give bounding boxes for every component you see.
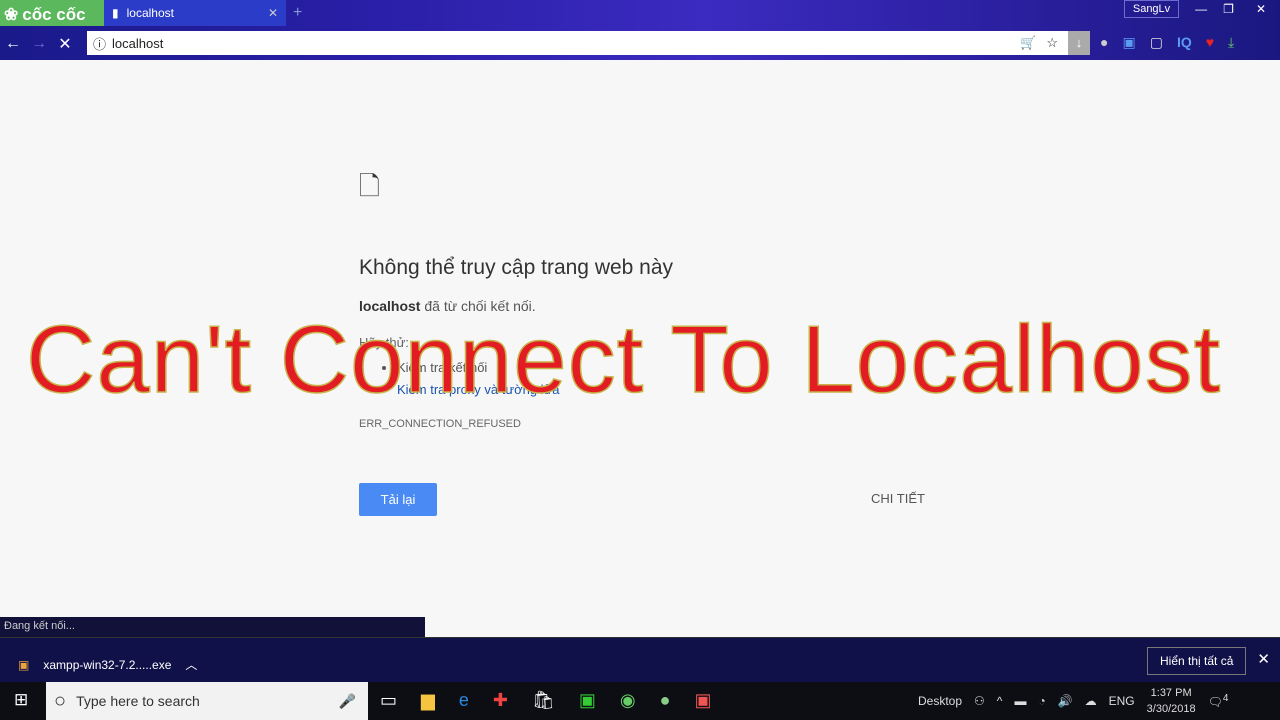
task-view-icon[interactable]: ▭ (380, 690, 397, 711)
profile-button[interactable]: SangLv (1123, 0, 1180, 18)
people-icon[interactable]: ⚇ (974, 694, 985, 708)
coccoc-taskbar-icon[interactable]: ◉ (620, 690, 636, 711)
close-shelf-icon[interactable]: ✕ (1257, 650, 1270, 668)
cart-icon[interactable]: 🛒 (1020, 35, 1036, 51)
camtasia-icon[interactable]: ▣ (579, 690, 596, 711)
volume-icon[interactable]: 🔊 (1058, 694, 1073, 708)
logo-icon: ❀ (4, 4, 19, 24)
overlay-caption: Can't Connect To Localhost (25, 305, 1222, 414)
windows-start-icon[interactable]: ⊞ (14, 690, 28, 710)
close-window-button[interactable]: ✕ (1242, 0, 1280, 18)
microphone-icon[interactable]: 🎤 (339, 693, 356, 710)
taskbar: ⊞ ○ Type here to search 🎤 ▭ ▆ e ✚ 🛍 ▣ ◉ ● … (0, 682, 1280, 720)
address-bar[interactable]: ⓘ localhost 🛒 ☆ ↓ (87, 31, 1090, 55)
error-code: ERR_CONNECTION_REFUSED (359, 418, 521, 430)
file-icon: ▣ (18, 657, 30, 672)
suggestion-list: Kiểm tra kết nối Kiểm tra proxy và tường… (382, 357, 560, 401)
page-icon: ▮ (112, 6, 119, 20)
file-explorer-icon[interactable]: ▆ (421, 690, 435, 711)
plug-extension-icon[interactable]: ▢ (1150, 34, 1163, 51)
stop-button[interactable]: ✕ (52, 34, 78, 54)
download-shelf: ▣ xampp-win32-7.2.....exe ︿ Hiển thị tất c… (0, 637, 1280, 682)
store-icon[interactable]: 🛍 (532, 690, 555, 711)
error-message: localhost đã từ chối kết nối. (359, 298, 536, 314)
reload-button[interactable]: Tải lại (359, 483, 437, 516)
download-extension-icon[interactable]: ⤓ (1228, 34, 1234, 51)
download-icon[interactable]: ↓ (1068, 31, 1090, 55)
try-label: Hãy thử: (359, 335, 409, 350)
heart-extension-icon[interactable]: ♥ (1206, 34, 1214, 51)
chevron-up-icon[interactable]: ^ (997, 694, 1003, 708)
desktop-toolbar[interactable]: Desktop (918, 694, 962, 708)
app-icon[interactable]: ✚ (493, 690, 508, 711)
language-indicator[interactable]: ENG (1109, 694, 1135, 708)
suggestion-item: Kiểm tra kết nối (397, 357, 560, 379)
suggestion-link[interactable]: Kiểm tra proxy và tường lửa (397, 379, 560, 401)
status-bar: Đang kết nối... (0, 617, 425, 637)
search-box[interactable]: ○ Type here to search 🎤 (46, 682, 368, 720)
new-tab-button[interactable]: + (293, 4, 302, 22)
chevron-up-icon[interactable]: ︿ (185, 656, 197, 673)
browser-chrome: ❀ cốc cốc ▮ localhost ✕ + SangLv — ❐ ✕ ← → … (0, 0, 1280, 60)
details-button[interactable]: CHI TIẾT (871, 491, 925, 506)
download-item[interactable]: ▣ xampp-win32-7.2.....exe ︿ (18, 656, 197, 673)
star-icon[interactable]: ☆ (1046, 35, 1058, 51)
notifications-icon[interactable]: 🗨4 (1208, 693, 1229, 709)
sad-document-icon: 🗋 (359, 171, 380, 201)
back-button[interactable]: ← (0, 35, 26, 53)
wifi-icon[interactable]: ◔ (1038, 694, 1045, 708)
tab-localhost[interactable]: ▮ localhost ✕ (104, 0, 286, 26)
recorder-icon[interactable]: ▣ (694, 690, 711, 711)
close-tab-icon[interactable]: ✕ (268, 6, 278, 20)
error-title: Không thể truy cập trang web này (359, 256, 674, 279)
restore-button[interactable]: ❐ (1215, 0, 1242, 18)
battery-icon[interactable]: ▬ (1014, 694, 1026, 708)
forward-button[interactable]: → (26, 35, 52, 53)
url-text: localhost (112, 35, 164, 51)
onedrive-icon[interactable]: ☁ (1085, 694, 1097, 708)
android-icon[interactable]: ● (660, 690, 671, 711)
iq-extension-icon[interactable]: IQ (1177, 34, 1192, 51)
minimize-button[interactable]: — (1187, 0, 1215, 18)
cloud-extension-icon[interactable]: ● (1100, 34, 1108, 51)
cortana-icon: ○ (54, 689, 67, 712)
coccoc-logo[interactable]: ❀ cốc cốc (0, 0, 104, 26)
info-icon[interactable]: ⓘ (93, 34, 106, 53)
translate-extension-icon[interactable]: ▣ (1122, 34, 1135, 51)
clock[interactable]: 1:37 PM 3/30/2018 (1147, 685, 1196, 717)
edge-icon[interactable]: e (459, 690, 469, 711)
show-all-button[interactable]: Hiển thị tất cả (1147, 647, 1247, 675)
